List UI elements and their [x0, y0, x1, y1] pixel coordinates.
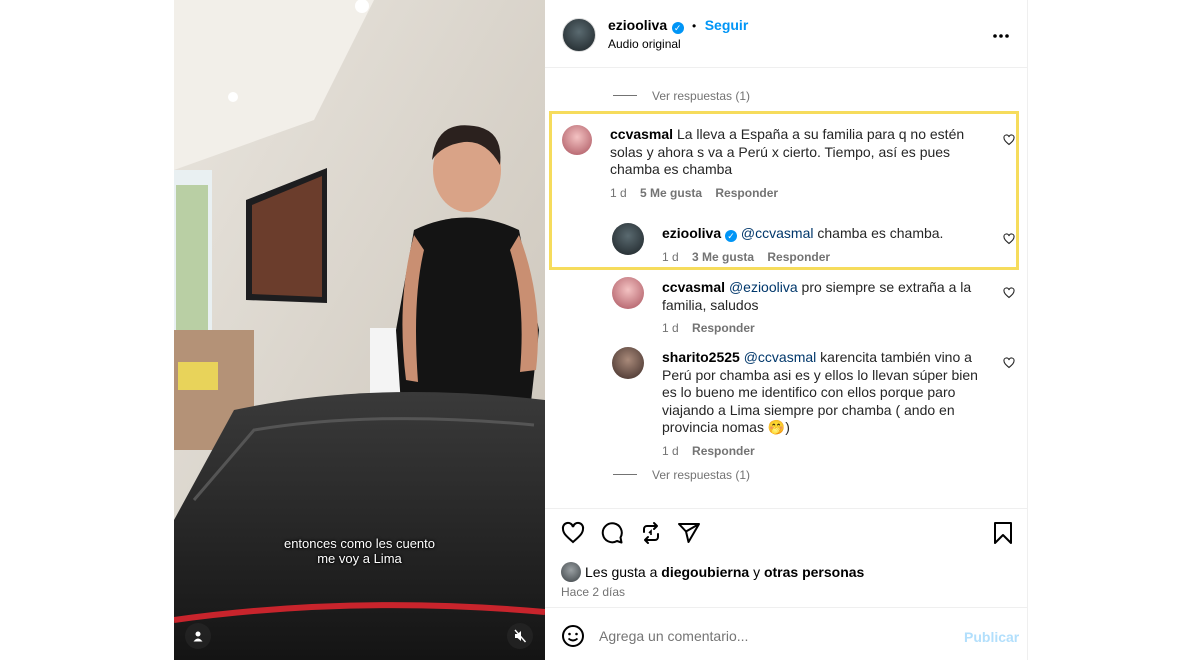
actions-divider [545, 508, 1027, 509]
follow-button[interactable]: Seguir [705, 17, 749, 33]
reply-sharito2525: sharito2525 @ccvasmal karencita también … [662, 349, 990, 437]
video-player[interactable]: entonces como les cuento me voy a Lima [174, 0, 545, 660]
heart-icon [1003, 233, 1015, 245]
likes-prefix: Les gusta a [585, 564, 658, 580]
comment-button[interactable] [600, 521, 624, 550]
reply-username[interactable]: ezioolivа [662, 225, 721, 241]
smiley-icon [562, 625, 584, 647]
subtitle-line-2: me voy a Lima [317, 551, 402, 566]
header-divider [545, 67, 1027, 68]
liker-avatar[interactable] [561, 562, 581, 582]
reply-button[interactable]: Responder [715, 186, 778, 200]
comment-time: 1 d [610, 186, 627, 200]
reply-avatar[interactable] [612, 347, 644, 379]
reply-ccvasmal: ccvasmal @ezioolivа pro siempre se extra… [662, 279, 990, 314]
commenter-avatar[interactable] [562, 125, 592, 155]
reply-mention[interactable]: @ezioolivа [729, 279, 798, 295]
user-icon [193, 631, 203, 642]
reply-meta: 1 d Responder [662, 321, 755, 335]
likes-mid: y [753, 564, 761, 580]
likes-others[interactable]: otras personas [764, 564, 864, 580]
reply-ezioolivа: ezioolivа ✓ @ccvasmal chamba es chamba. [662, 225, 992, 243]
reply-button[interactable]: Responder [692, 321, 755, 335]
heart-icon [1003, 134, 1015, 146]
comment-meta: 1 d 5 Me gusta Responder [610, 186, 778, 200]
reply-username[interactable]: sharito2525 [662, 349, 740, 365]
reply-time: 1 d [662, 250, 679, 264]
heart-icon [561, 521, 585, 544]
like-reply-button[interactable] [1003, 356, 1015, 374]
bookmark-icon [994, 522, 1012, 544]
emoji: 🤭 [767, 419, 786, 435]
reply-button[interactable]: Responder [692, 444, 755, 458]
comment-likes[interactable]: 5 Me gusta [640, 186, 702, 200]
reply-avatar[interactable] [612, 223, 644, 255]
reply-mention[interactable]: @ccvasmal [744, 349, 817, 365]
post-panel [545, 0, 1028, 660]
tagged-user-button[interactable] [185, 623, 211, 649]
like-reply-button[interactable] [1003, 286, 1015, 304]
view-replies-line [613, 474, 637, 475]
comment-icon [601, 522, 623, 544]
audio-original-link[interactable]: Audio original [608, 37, 681, 51]
comment-input[interactable] [599, 626, 939, 646]
muted-speaker-icon [514, 629, 527, 643]
more-icon [993, 34, 1009, 38]
reply-mention[interactable]: @ccvasmal [741, 225, 814, 241]
send-icon [678, 523, 700, 543]
reply-likes[interactable]: 3 Me gusta [692, 250, 754, 264]
emoji-button[interactable] [561, 624, 585, 653]
post-time: Hace 2 días [561, 585, 626, 599]
heart-icon [1003, 357, 1015, 369]
liker-username[interactable]: diegoubierna [661, 564, 749, 580]
save-button[interactable] [992, 521, 1014, 550]
reply-text: chamba es chamba. [817, 225, 944, 241]
post-header-line: ezioolivа ✓ • Seguir [608, 17, 748, 35]
verified-badge-icon: ✓ [671, 22, 684, 34]
reply-time: 1 d [662, 321, 679, 335]
heart-icon [1003, 287, 1015, 299]
reply-button[interactable]: Responder [767, 250, 830, 264]
more-options-button[interactable] [992, 26, 1010, 44]
comment-ccvasmal: ccvasmal La lleva a España a su familia … [610, 126, 988, 179]
view-replies-top[interactable]: Ver respuestas (1) [652, 89, 750, 103]
reply-time: 1 d [662, 444, 679, 458]
publish-button[interactable]: Publicar [964, 629, 1019, 645]
share-button[interactable] [677, 521, 701, 550]
like-post-button[interactable] [561, 521, 585, 550]
reply-avatar[interactable] [612, 277, 644, 309]
reply-meta: 1 d 3 Me gusta Responder [662, 250, 830, 264]
view-replies-bottom[interactable]: Ver respuestas (1) [652, 468, 750, 482]
header-dot: • [692, 19, 697, 33]
subtitle-line-1: entonces como les cuento [283, 536, 436, 551]
author-username[interactable]: ezioolivа [608, 17, 667, 33]
author-avatar[interactable] [562, 18, 596, 52]
reply-username[interactable]: ccvasmal [662, 279, 725, 295]
verified-badge-icon: ✓ [725, 230, 738, 242]
like-reply-button[interactable] [1003, 232, 1015, 250]
like-comment-button[interactable] [1003, 133, 1015, 151]
repost-button[interactable] [639, 521, 663, 550]
composer-divider [545, 607, 1027, 608]
video-subtitle: entonces como les cuento me voy a Lima [174, 536, 545, 566]
reply-text-end: ) [785, 419, 790, 435]
mute-button[interactable] [507, 623, 533, 649]
repost-icon [643, 522, 659, 544]
view-replies-line [613, 95, 637, 96]
likes-summary: Les gusta a diegoubierna y otras persona… [585, 564, 864, 580]
reply-meta: 1 d Responder [662, 444, 755, 458]
comment-username[interactable]: ccvasmal [610, 126, 673, 142]
